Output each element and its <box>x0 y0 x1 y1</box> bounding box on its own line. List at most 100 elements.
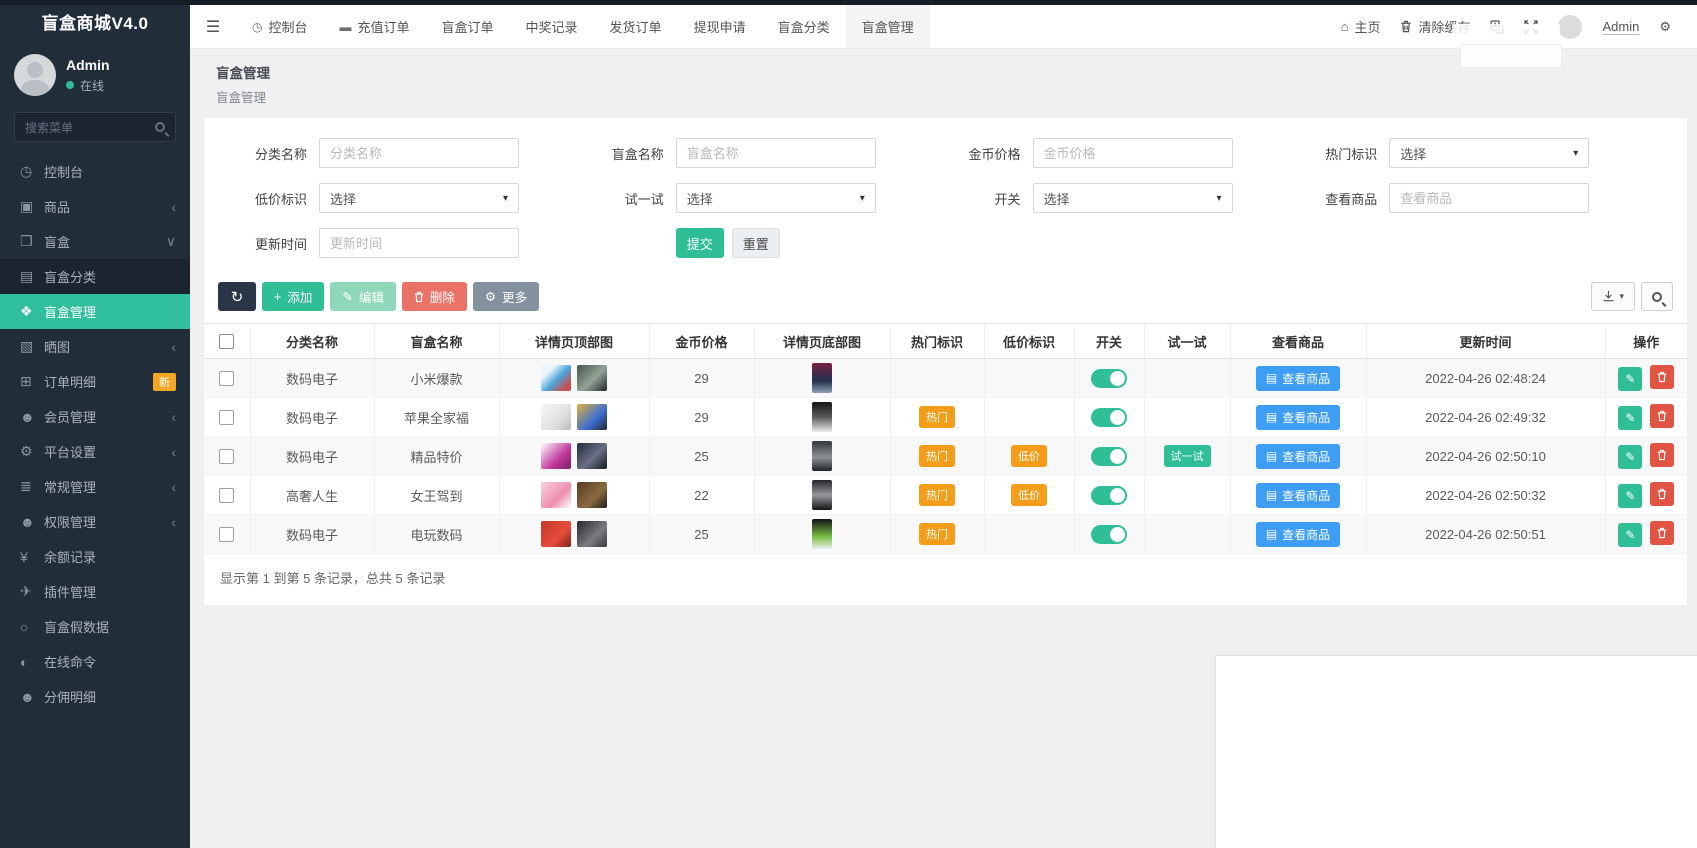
sidebar-item-photos[interactable]: ▧ 晒图 ‹ <box>0 329 190 364</box>
row-checkbox[interactable] <box>219 410 234 425</box>
tab-dashboard[interactable]: ◷ 控制台 <box>236 5 324 48</box>
caret-down-icon: ▾ <box>860 193 865 204</box>
sidebar-item-goods[interactable]: ▣ 商品 ‹ <box>0 189 190 224</box>
switch-toggle[interactable] <box>1091 369 1127 388</box>
add-button[interactable]: + 添加 <box>262 282 324 311</box>
pencil-icon: ✎ <box>1625 450 1635 464</box>
tab-withdrawal-requests[interactable]: 提现申请 <box>678 5 762 48</box>
tab-blindbox-manage[interactable]: 盲盒管理 <box>846 5 930 48</box>
edit-button[interactable]: ✎ 编辑 <box>330 282 396 311</box>
sidebar-item-balance-records[interactable]: ¥ 余额记录 <box>0 539 190 574</box>
sidebar-item-members[interactable]: ☻ 会员管理 ‹ <box>0 399 190 434</box>
trash-icon <box>1657 371 1667 383</box>
detail-bottom-image <box>812 441 832 471</box>
detail-top-image <box>541 443 571 469</box>
detail-bottom-image <box>812 480 832 510</box>
delete-button[interactable]: 删除 <box>402 282 467 311</box>
detail-top-image <box>577 443 607 469</box>
view-product-button[interactable]: ▤查看商品 <box>1256 366 1340 391</box>
cell-updated-time: 2022-04-26 02:48:24 <box>1366 359 1605 398</box>
sidebar-item-blindbox[interactable]: ❒ 盲盒 ∨ <box>0 224 190 259</box>
view-product-button[interactable]: ▤查看商品 <box>1256 405 1340 430</box>
coin-price-input[interactable] <box>1033 138 1233 168</box>
row-checkbox[interactable] <box>219 488 234 503</box>
sidebar-item-blindbox-category[interactable]: ▤ 盲盒分类 <box>0 259 190 294</box>
try-badge: 试一试 <box>1164 445 1211 467</box>
switch-select[interactable]: 选择 ▾ <box>1033 183 1233 213</box>
card-icon: ▬ <box>340 20 352 34</box>
hamburger-menu-button[interactable]: ☰ <box>190 5 236 48</box>
sidebar-item-online-command[interactable]: ◐ 在线命令 <box>0 644 190 679</box>
switch-toggle[interactable] <box>1091 486 1127 505</box>
user-status-label: 在线 <box>80 77 104 94</box>
user-menu[interactable]: Admin <box>1602 19 1639 34</box>
view-product-input[interactable] <box>1389 183 1589 213</box>
avatar[interactable] <box>1558 15 1582 39</box>
row-edit-button[interactable]: ✎ <box>1618 445 1642 469</box>
sidebar-item-commission-detail[interactable]: ☻ 分佣明细 <box>0 679 190 714</box>
sidebar-item-order-detail[interactable]: ⊞ 订单明细 新 <box>0 364 190 399</box>
row-delete-button[interactable] <box>1650 521 1674 545</box>
cell-category: 高奢人生 <box>250 476 374 515</box>
settings-button[interactable]: ⚙ <box>1659 19 1671 35</box>
more-button[interactable]: ⚙ 更多 <box>473 282 539 311</box>
search-toggle-button[interactable] <box>1641 282 1673 311</box>
list-icon: ▤ <box>20 268 44 285</box>
tab-blindbox-orders[interactable]: 盲盒订单 <box>426 5 510 48</box>
sidebar-item-permissions[interactable]: ☻ 权限管理 ‹ <box>0 504 190 539</box>
row-edit-button[interactable]: ✎ <box>1618 484 1642 508</box>
sidebar-menu: ◷ 控制台 ▣ 商品 ‹ ❒ 盲盒 ∨ ▤ 盲盒分类 ❖ 盲盒管理 ▧ 晒图 ‹ <box>0 154 190 714</box>
page-subtitle: 盲盒管理 <box>216 87 1671 106</box>
tab-blindbox-category[interactable]: 盲盒分类 <box>762 5 846 48</box>
pencil-icon: ✎ <box>1625 489 1635 503</box>
switch-toggle[interactable] <box>1091 525 1127 544</box>
row-checkbox[interactable] <box>219 527 234 542</box>
table-row: 数码电子 小米爆款 29 ▤查看商品 2022-04-26 02:48:24 ✎ <box>204 359 1687 398</box>
cell-updated-time: 2022-04-26 02:50:32 <box>1366 476 1605 515</box>
try-select[interactable]: 选择 ▾ <box>676 183 876 213</box>
row-edit-button[interactable]: ✎ <box>1618 523 1642 547</box>
reset-button[interactable]: 重置 <box>732 228 780 258</box>
view-product-button[interactable]: ▤查看商品 <box>1256 522 1340 547</box>
sidebar-item-dashboard[interactable]: ◷ 控制台 <box>0 154 190 189</box>
box-name-input[interactable] <box>676 138 876 168</box>
export-button[interactable]: ▾ <box>1591 282 1635 311</box>
sidebar-item-plugins[interactable]: ✈ 插件管理 <box>0 574 190 609</box>
hot-flag-select[interactable]: 选择 ▾ <box>1389 138 1589 168</box>
row-edit-button[interactable]: ✎ <box>1618 367 1642 391</box>
view-product-button[interactable]: ▤查看商品 <box>1256 483 1340 508</box>
tab-winning-records[interactable]: 中奖记录 <box>510 5 594 48</box>
row-checkbox[interactable] <box>219 449 234 464</box>
row-checkbox[interactable] <box>219 371 234 386</box>
sidebar-item-general-manage[interactable]: ≣ 常规管理 ‹ <box>0 469 190 504</box>
update-time-input[interactable] <box>319 228 519 258</box>
tab-shipping-orders[interactable]: 发货订单 <box>594 5 678 48</box>
row-edit-button[interactable]: ✎ <box>1618 406 1642 430</box>
filter-label: 查看商品 <box>1302 189 1377 208</box>
sidebar-item-fake-data[interactable]: ○ 盲盒假数据 <box>0 609 190 644</box>
sidebar-item-platform-settings[interactable]: ⚙ 平台设置 ‹ <box>0 434 190 469</box>
sidebar-item-blindbox-manage[interactable]: ❖ 盲盒管理 <box>0 294 190 329</box>
pencil-icon: ✎ <box>1625 528 1635 542</box>
category-name-input[interactable] <box>319 138 519 168</box>
cart-icon: ⊞ <box>20 373 44 390</box>
row-delete-button[interactable] <box>1650 443 1674 467</box>
gear-icon: ⚙ <box>485 289 496 304</box>
home-link[interactable]: ⌂ 主页 <box>1341 17 1381 36</box>
row-delete-button[interactable] <box>1650 404 1674 428</box>
tab-recharge-orders[interactable]: ▬ 充值订单 <box>324 5 426 48</box>
low-price-flag-select[interactable]: 选择 ▾ <box>319 183 519 213</box>
view-product-button[interactable]: ▤查看商品 <box>1256 444 1340 469</box>
select-all-checkbox[interactable] <box>219 334 234 349</box>
detail-top-image <box>541 404 571 430</box>
sidebar-search-input[interactable]: 搜索菜单 <box>14 112 176 142</box>
row-delete-button[interactable] <box>1650 482 1674 506</box>
avatar[interactable] <box>14 54 56 96</box>
refresh-button[interactable]: ↻ <box>218 282 256 311</box>
caret-down-icon: ▾ <box>1573 148 1578 159</box>
row-delete-button[interactable] <box>1650 365 1674 389</box>
switch-toggle[interactable] <box>1091 408 1127 427</box>
filter-label: 分类名称 <box>232 144 307 163</box>
switch-toggle[interactable] <box>1091 447 1127 466</box>
submit-button[interactable]: 提交 <box>676 228 724 258</box>
